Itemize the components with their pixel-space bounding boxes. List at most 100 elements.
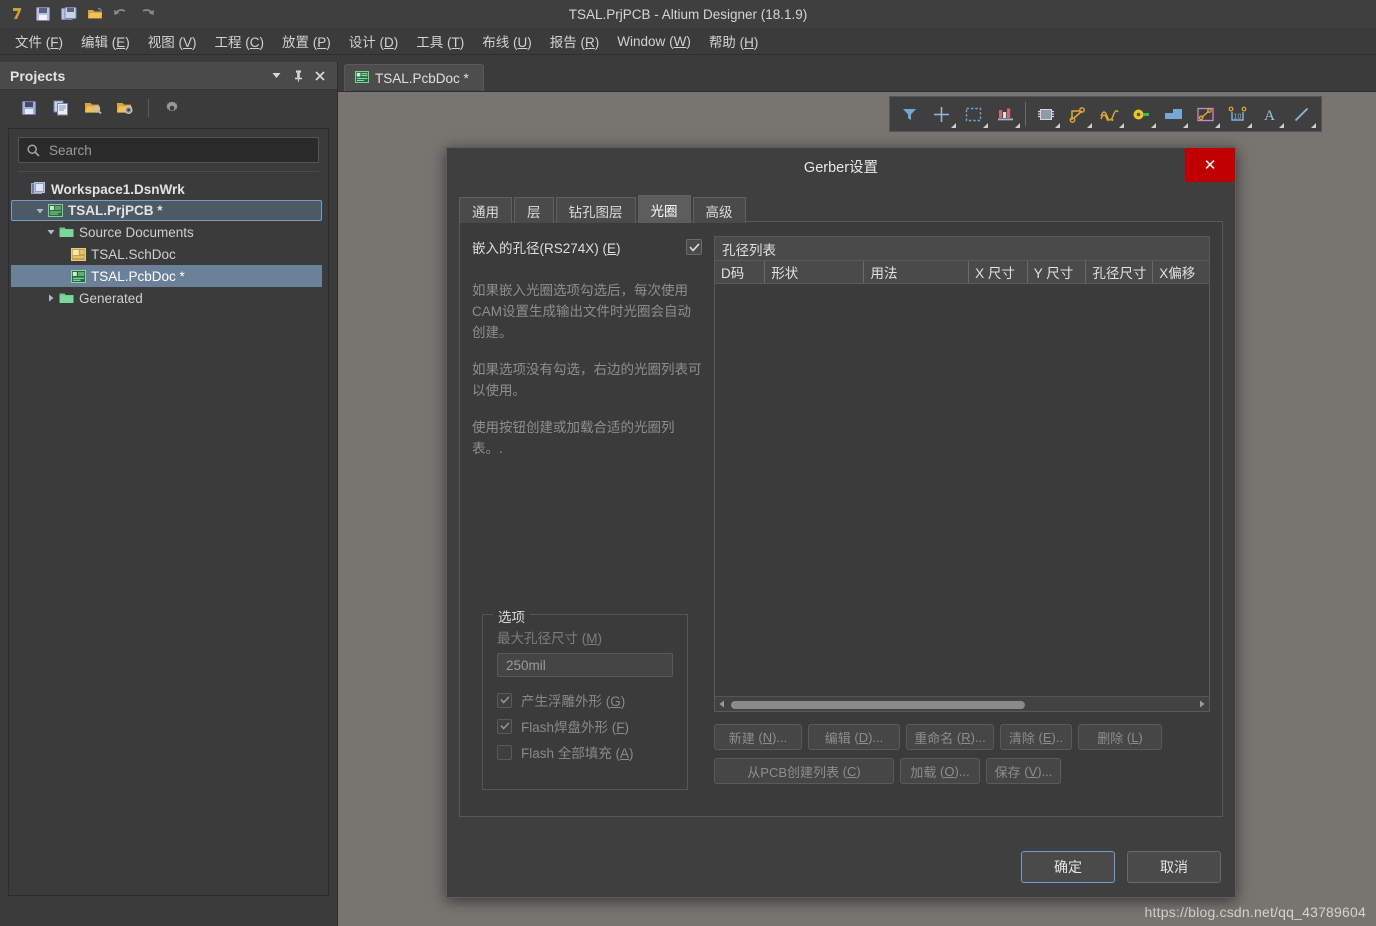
crosshair-icon[interactable] [926,99,957,129]
tab-advanced[interactable]: 高级 [692,197,746,223]
menu-route[interactable]: 布线 (U) [473,28,541,54]
dropdown-caret-icon[interactable] [1015,123,1020,128]
filter-icon[interactable] [894,99,925,129]
search-input[interactable] [47,141,310,159]
rename-button-mnemonic: R [961,729,971,745]
dropdown-caret-icon[interactable] [1183,123,1188,128]
clear-apertures-button[interactable]: 清除 (E).. [1000,724,1072,750]
scroll-right-icon[interactable] [1195,698,1209,711]
flash-all-checkbox[interactable] [497,744,512,760]
dropdown-caret-icon[interactable] [1055,123,1060,128]
line-icon[interactable] [1286,99,1317,129]
undo-icon[interactable] [108,2,134,26]
tab-drill-drawing[interactable]: 钻孔图层 [555,197,636,223]
aperture-list-body[interactable] [714,284,1210,712]
column-header-shape[interactable]: 形状 [765,261,865,283]
differential-pair-icon[interactable] [1094,99,1125,129]
cancel-button[interactable]: 取消 [1127,851,1221,883]
hscroll-track[interactable] [729,698,1195,711]
create-list-from-pcb-button[interactable]: 从PCB创建列表 (C) [714,758,894,784]
copy-icon[interactable] [46,94,76,122]
tree-item-source-documents[interactable]: Source Documents [11,221,326,243]
edit-aperture-button[interactable]: 编辑 (D)... [808,724,900,750]
text-icon[interactable]: A [1254,99,1285,129]
aperture-list-hscrollbar[interactable] [715,696,1209,711]
collapse-arrow-icon[interactable] [45,226,57,238]
close-icon[interactable] [309,65,331,87]
column-header-xoffset[interactable]: X偏移 [1153,261,1209,283]
tree-item-generated[interactable]: Generated [11,287,326,309]
scroll-left-icon[interactable] [715,698,729,711]
column-header-usage[interactable]: 用法 [864,261,970,283]
save-all-icon[interactable] [56,2,82,26]
embedded-apertures-checkbox[interactable] [686,239,702,255]
hscroll-thumb[interactable] [731,700,1025,709]
menu-reports[interactable]: 报告 (R) [541,28,609,54]
component-icon[interactable] [1030,99,1061,129]
open-project-icon[interactable] [78,94,108,122]
delete-aperture-button[interactable]: 删除 (L) [1078,724,1162,750]
pin-icon[interactable] [287,65,309,87]
relief-checkbox[interactable] [497,692,512,708]
menu-tools[interactable]: 工具 (T) [407,28,473,54]
open-folder-icon[interactable] [82,2,108,26]
tree-item-workspace[interactable]: Workspace1.DsnWrk [11,178,326,200]
tree-item-pcbdoc[interactable]: TSAL.PcbDoc * [11,265,322,287]
column-header-holesize[interactable]: 孔径尺寸 [1086,261,1154,283]
flash-pad-checkbox[interactable] [497,718,512,734]
project-options-icon[interactable] [110,94,140,122]
save-icon[interactable] [30,2,56,26]
save-list-button[interactable]: 保存 (V)... [986,758,1061,784]
gear-icon[interactable] [157,94,187,122]
menu-help[interactable]: 帮助 (H) [700,28,768,54]
tab-general[interactable]: 通用 [459,197,512,223]
save-icon[interactable] [14,94,44,122]
menu-view[interactable]: 视图 (V) [139,28,206,54]
tree-item-schdoc[interactable]: TSAL.SchDoc [11,243,326,265]
tree-item-project[interactable]: TSAL.PrjPCB * [11,200,322,221]
expand-arrow-icon[interactable] [45,292,57,304]
max-hole-size-input[interactable]: 250mil [497,653,673,677]
tab-pcbdoc[interactable]: TSAL.PcbDoc * [344,64,484,91]
via-icon[interactable] [1126,99,1157,129]
dropdown-caret-icon[interactable] [1119,123,1124,128]
redo-icon[interactable] [134,2,160,26]
dropdown-caret-icon[interactable] [1311,123,1316,128]
rename-aperture-button[interactable]: 重命名 (R)... [906,724,994,750]
search-box[interactable] [18,137,319,163]
menu-place[interactable]: 放置 (P) [273,28,340,54]
close-icon[interactable]: ✕ [1185,148,1235,182]
option-relief-row[interactable]: 产生浮雕外形 (G) [497,687,673,713]
new-aperture-button[interactable]: 新建 (N)... [714,724,802,750]
ok-button[interactable]: 确定 [1021,851,1115,883]
column-header-dcode[interactable]: D码 [715,261,766,283]
menu-project[interactable]: 工程 (C) [206,28,274,54]
dropdown-caret-icon[interactable] [1087,123,1092,128]
polygon-icon[interactable] [1158,99,1189,129]
dimension-icon[interactable] [1190,99,1221,129]
tab-apertures[interactable]: 光圈 [637,195,691,223]
layer-stack-icon[interactable] [990,99,1021,129]
option-flash-pad-row[interactable]: Flash焊盘外形 (F) [497,713,673,739]
dropdown-caret-icon[interactable] [1279,123,1284,128]
collapse-arrow-icon[interactable] [34,205,46,217]
column-header-xsize[interactable]: X 尺寸 [969,261,1028,283]
route-icon[interactable] [1062,99,1093,129]
dropdown-caret-icon[interactable] [1247,123,1252,128]
tab-layers[interactable]: 层 [514,197,554,223]
option-flash-all-row[interactable]: Flash 全部填充 (A) [497,739,673,765]
dropdown-caret-icon[interactable] [1215,123,1220,128]
coordinate-icon[interactable]: 10 [1222,99,1253,129]
chevron-down-icon[interactable] [265,65,287,87]
load-list-button[interactable]: 加载 (O)... [900,758,980,784]
menu-edit[interactable]: 编辑 (E) [72,28,139,54]
menu-file[interactable]: 文件 (F) [6,28,72,54]
dropdown-caret-icon[interactable] [951,123,956,128]
dropdown-caret-icon[interactable] [983,123,988,128]
menu-window[interactable]: Window (W) [608,31,700,52]
menu-design[interactable]: 设计 (D) [340,28,408,54]
column-header-ysize[interactable]: Y 尺寸 [1028,261,1087,283]
dropdown-caret-icon[interactable] [1151,123,1156,128]
select-area-icon[interactable] [958,99,989,129]
altium-logo-icon[interactable] [4,2,30,26]
